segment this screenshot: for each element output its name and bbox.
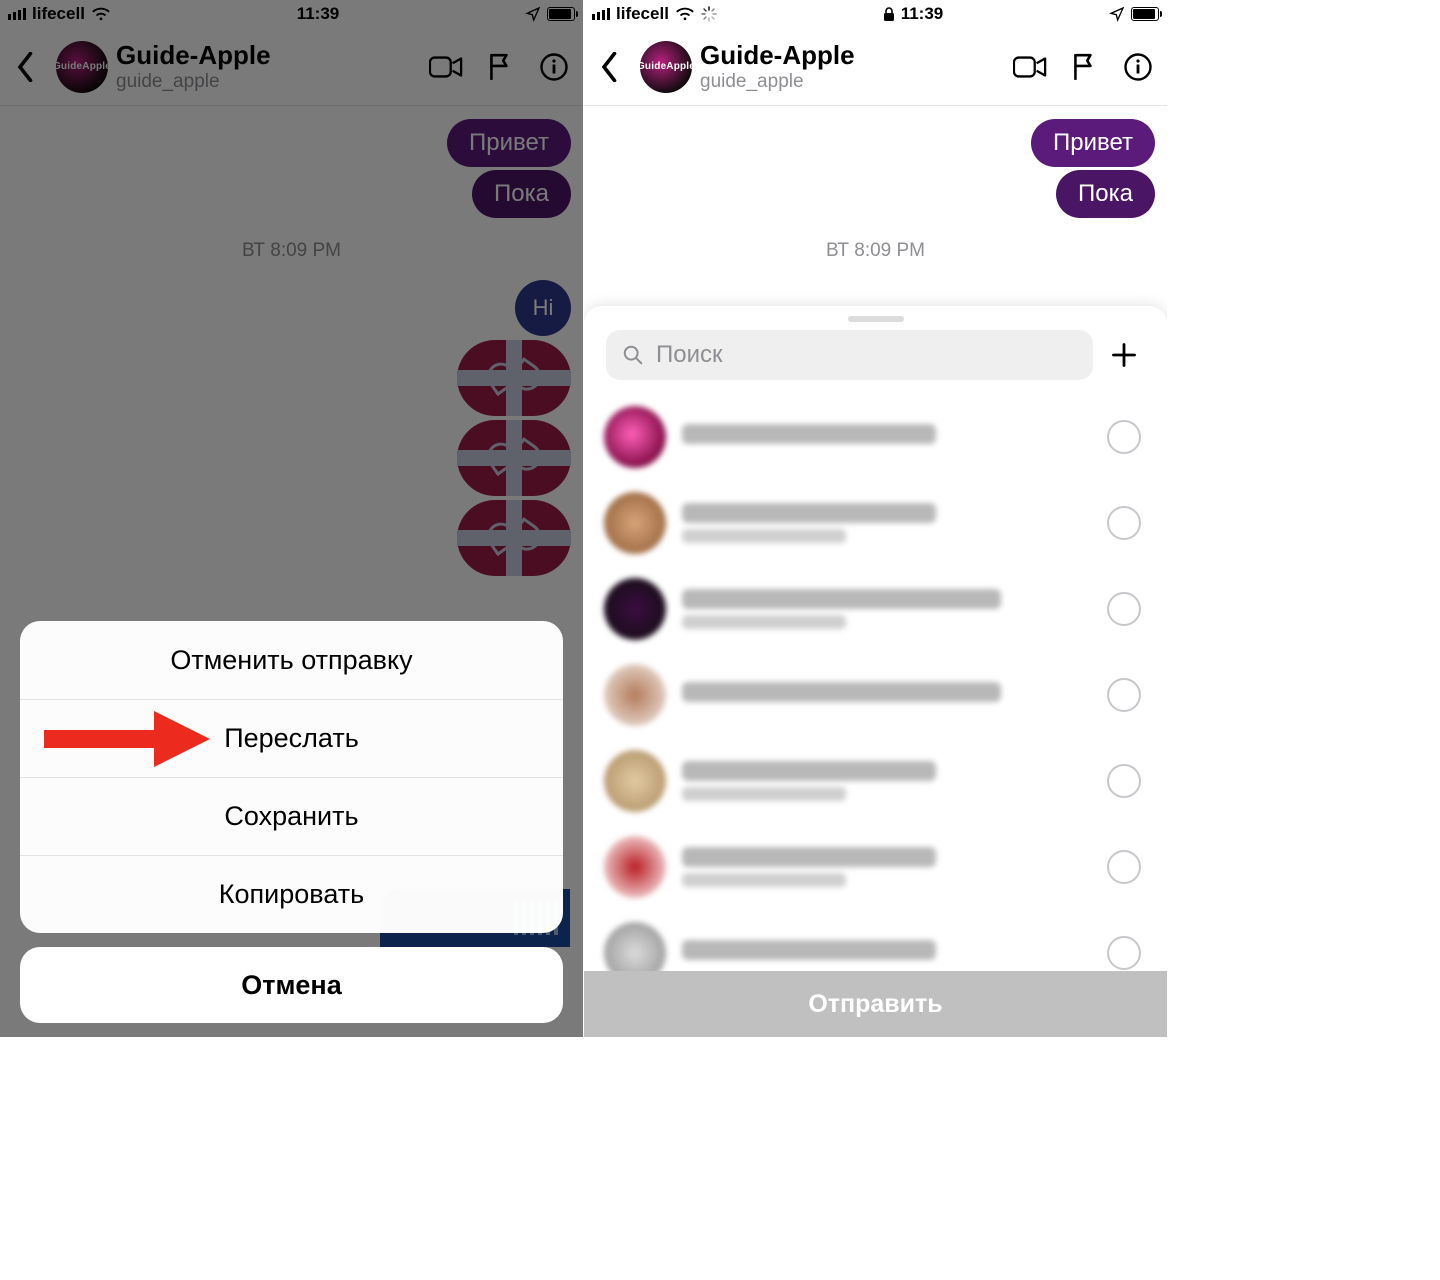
back-button[interactable] [588, 45, 632, 89]
contact-name-blurred [682, 503, 936, 523]
video-call-icon[interactable] [1011, 48, 1049, 86]
contact-name-blurred [682, 424, 936, 444]
select-radio[interactable] [1107, 506, 1141, 540]
sheet-grabber[interactable] [848, 316, 904, 322]
forward-panel: Поиск Отправить [584, 306, 1167, 1037]
message-bubble[interactable]: Привет [1031, 119, 1155, 167]
contact-row[interactable] [584, 824, 1167, 910]
contact-row[interactable] [584, 652, 1167, 738]
contact-sub-blurred [682, 615, 846, 629]
wifi-icon [91, 6, 111, 22]
cancel-button[interactable]: Отмена [20, 947, 563, 1023]
gift-sticker[interactable] [457, 340, 571, 416]
save-option[interactable]: Сохранить [20, 777, 563, 855]
contact-avatar [604, 492, 666, 554]
copy-option[interactable]: Копировать [20, 855, 563, 933]
phone-screenshot-right: lifecell 11:39 GuideApple Guide-App [584, 0, 1167, 1037]
select-radio[interactable] [1107, 592, 1141, 626]
video-call-icon[interactable] [427, 48, 465, 86]
message-bubble[interactable]: Пока [472, 170, 571, 218]
cancel-label: Отмена [241, 970, 342, 1001]
avatar[interactable]: GuideApple [640, 41, 692, 93]
contact-avatar [604, 578, 666, 640]
annotation-arrow-icon [44, 717, 214, 761]
clock-label: 11:39 [297, 4, 340, 24]
action-sheet: Отменить отправку Переслать Сохранить Ко… [20, 621, 563, 1023]
search-icon [622, 344, 644, 366]
select-radio[interactable] [1107, 764, 1141, 798]
avatar[interactable]: GuideApple [56, 41, 108, 93]
carrier-label: lifecell [616, 4, 669, 24]
carrier-label: lifecell [32, 4, 85, 24]
chat-title: Guide-Apple [700, 41, 995, 71]
battery-icon [547, 7, 575, 21]
contact-sub-blurred [682, 873, 846, 887]
gift-sticker[interactable] [457, 420, 571, 496]
contact-name-blurred [682, 682, 1001, 702]
clock-label: 11:39 [901, 4, 944, 23]
contact-row[interactable] [584, 394, 1167, 480]
wifi-icon [675, 6, 695, 22]
save-label: Сохранить [224, 801, 358, 832]
message-bubble[interactable]: Hi [515, 280, 571, 336]
message-bubble[interactable]: Пока [1056, 170, 1155, 218]
chat-username: guide_apple [700, 71, 995, 93]
location-icon [525, 6, 541, 22]
contact-avatar [604, 406, 666, 468]
unsend-option[interactable]: Отменить отправку [20, 621, 563, 699]
contact-avatar [604, 664, 666, 726]
lock-icon [883, 7, 895, 22]
contact-list [584, 394, 1167, 996]
contact-avatar [604, 836, 666, 898]
signal-icon [592, 8, 610, 20]
chat-username: guide_apple [116, 71, 411, 93]
phone-screenshot-left: lifecell 11:39 GuideApple Guide-Apple gu… [0, 0, 583, 1037]
contact-name-blurred [682, 940, 936, 960]
contact-sub-blurred [682, 787, 846, 801]
contact-name-blurred [682, 847, 936, 867]
search-input[interactable]: Поиск [606, 330, 1093, 380]
chat-header: GuideApple Guide-Apple guide_apple [0, 28, 583, 106]
contact-sub-blurred [682, 529, 846, 543]
chat-title: Guide-Apple [116, 41, 411, 71]
info-icon[interactable] [1119, 48, 1157, 86]
copy-label: Копировать [219, 879, 364, 910]
back-button[interactable] [4, 45, 48, 89]
flag-icon[interactable] [1065, 48, 1103, 86]
gift-sticker[interactable] [457, 500, 571, 576]
select-radio[interactable] [1107, 936, 1141, 970]
flag-icon[interactable] [481, 48, 519, 86]
chat-header: GuideApple Guide-Apple guide_apple [584, 28, 1167, 106]
loading-spinner-icon [701, 6, 717, 22]
message-area: Привет Пока ВТ 8:09 PM Hi [0, 106, 583, 576]
add-button[interactable] [1103, 334, 1145, 376]
select-radio[interactable] [1107, 420, 1141, 454]
contact-row[interactable] [584, 566, 1167, 652]
status-bar: lifecell 11:39 [0, 0, 583, 28]
timestamp-label: ВТ 8:09 PM [12, 240, 571, 262]
battery-icon [1131, 7, 1159, 21]
send-label: Отправить [808, 990, 942, 1019]
info-icon[interactable] [535, 48, 573, 86]
status-bar: lifecell 11:39 [584, 0, 1167, 28]
location-icon [1109, 6, 1125, 22]
contact-row[interactable] [584, 738, 1167, 824]
forward-option[interactable]: Переслать [20, 699, 563, 777]
select-radio[interactable] [1107, 850, 1141, 884]
message-area: Привет Пока ВТ 8:09 PM [584, 106, 1167, 262]
search-placeholder: Поиск [656, 341, 723, 369]
timestamp-label: ВТ 8:09 PM [596, 240, 1155, 262]
contact-name-blurred [682, 589, 1001, 609]
select-radio[interactable] [1107, 678, 1141, 712]
contact-name-blurred [682, 761, 936, 781]
send-button[interactable]: Отправить [584, 971, 1167, 1037]
forward-label: Переслать [224, 723, 359, 754]
contact-row[interactable] [584, 480, 1167, 566]
contact-avatar [604, 750, 666, 812]
message-bubble[interactable]: Привет [447, 119, 571, 167]
unsend-label: Отменить отправку [170, 645, 412, 676]
signal-icon [8, 8, 26, 20]
